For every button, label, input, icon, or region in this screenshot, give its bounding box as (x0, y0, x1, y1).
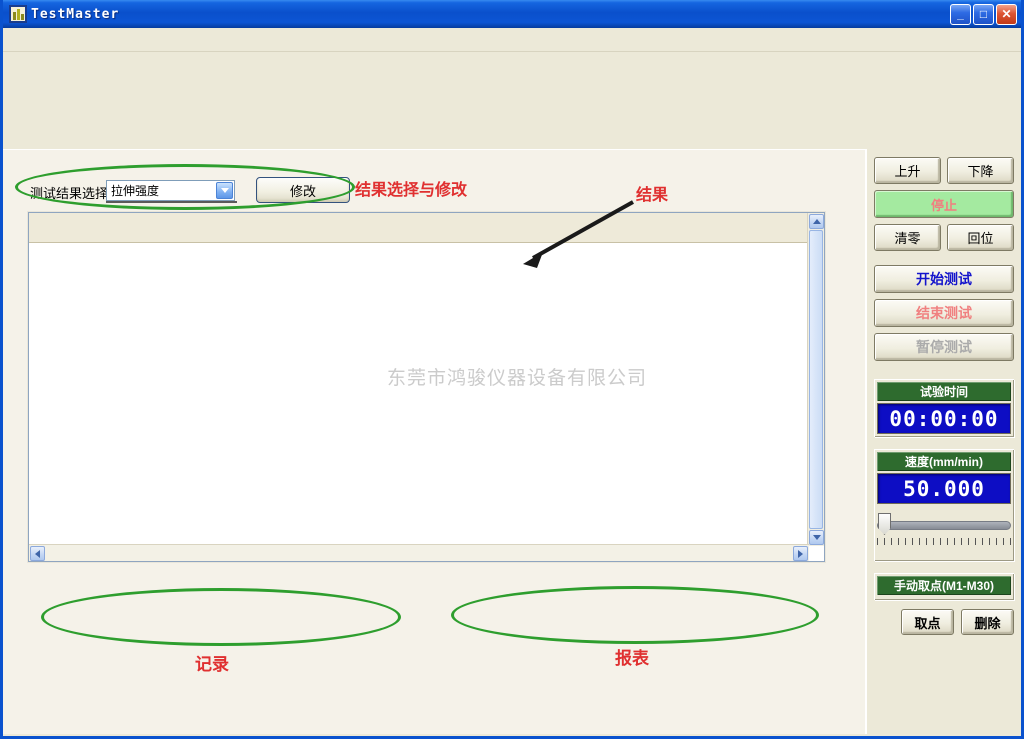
watermark: 东莞市鸿骏仪器设备有限公司 (387, 363, 647, 390)
results-table: 东莞市鸿骏仪器设备有限公司 (28, 212, 825, 562)
slider-track[interactable] (877, 521, 1011, 530)
minimize-button[interactable]: _ (950, 4, 971, 25)
home-button[interactable]: 回位 (947, 224, 1014, 251)
jog-down-button[interactable]: 下降 (947, 157, 1014, 184)
tab-strip (3, 114, 1021, 149)
vertical-scroll-thumb[interactable] (809, 230, 823, 529)
speed-value: 50.000 (877, 473, 1011, 504)
horizontal-scroll-track[interactable] (46, 545, 792, 561)
triangle-down-icon (813, 535, 821, 540)
table-header-row (29, 213, 824, 243)
slider-ticks (877, 538, 1011, 545)
scroll-right-button[interactable] (793, 546, 808, 561)
minimize-icon: _ (957, 9, 964, 19)
scroll-down-button[interactable] (809, 530, 824, 545)
pause-test-button[interactable]: 暂停测试 (874, 333, 1014, 361)
combobox-dropdown-button[interactable] (216, 182, 233, 199)
chevron-down-icon (221, 188, 229, 193)
horizontal-scrollbar[interactable] (29, 544, 809, 561)
jog-up-button[interactable]: 上升 (874, 157, 941, 184)
maximize-button[interactable]: □ (973, 4, 994, 25)
display-row (3, 52, 1021, 114)
pick-point-button[interactable]: 取点 (901, 609, 954, 635)
triangle-right-icon (798, 550, 803, 558)
test-time-panel: 试验时间 00:00:00 (874, 379, 1014, 437)
triangle-up-icon (813, 219, 821, 224)
close-icon: ✕ (1001, 9, 1011, 19)
speed-scale (877, 545, 1011, 558)
test-time-label: 试验时间 (877, 382, 1011, 401)
annotation-result: 结果 (636, 181, 668, 205)
start-test-button[interactable]: 开始测试 (874, 265, 1014, 293)
stop-button[interactable]: 停止 (874, 190, 1014, 218)
test-time-value: 00:00:00 (877, 403, 1011, 434)
speed-label: 速度(mm/min) (877, 452, 1011, 471)
result-select-combobox[interactable]: 拉伸强度 (106, 180, 235, 201)
end-test-button[interactable]: 结束测试 (874, 299, 1014, 327)
annotation-reports: 报表 (615, 644, 649, 669)
speed-slider[interactable] (877, 513, 1011, 537)
combobox-value: 拉伸强度 (107, 182, 215, 199)
menu-bar (3, 28, 1021, 52)
slider-thumb[interactable] (878, 513, 891, 535)
annotation-ellipse-records (41, 588, 401, 646)
vertical-scrollbar[interactable] (807, 213, 824, 546)
manual-points-title: 手动取点(M1-M30) (877, 576, 1011, 595)
result-select-label: 测试结果选择 (30, 183, 108, 202)
annotation-select-modify: 结果选择与修改 (355, 176, 467, 200)
control-panel: 上升 下降 停止 清零 回位 开始测试 结束测试 暂停测试 试验时间 00:00… (865, 149, 1021, 734)
speed-panel: 速度(mm/min) 50.000 (874, 449, 1014, 561)
window-title: TestMaster (31, 7, 948, 22)
test-result-page: 测试结果选择 拉伸强度 修改 结果选择与修改 结果 东莞市鸿骏仪器设备有限公司 (3, 149, 865, 734)
manual-points-panel: 手动取点(M1-M30) (874, 573, 1014, 600)
maximize-icon: □ (980, 9, 987, 19)
title-bar: TestMaster _ □ ✕ (3, 0, 1021, 28)
modify-button[interactable]: 修改 (256, 177, 350, 203)
zero-button[interactable]: 清零 (874, 224, 941, 251)
scroll-up-button[interactable] (809, 214, 824, 229)
close-button[interactable]: ✕ (996, 4, 1017, 25)
delete-point-button[interactable]: 删除 (961, 609, 1014, 635)
result-dropdown-list (106, 201, 237, 203)
annotation-ellipse-reports (451, 586, 819, 644)
app-icon (9, 5, 27, 23)
annotation-records: 记录 (195, 650, 229, 675)
triangle-left-icon (35, 550, 40, 558)
scroll-left-button[interactable] (30, 546, 45, 561)
